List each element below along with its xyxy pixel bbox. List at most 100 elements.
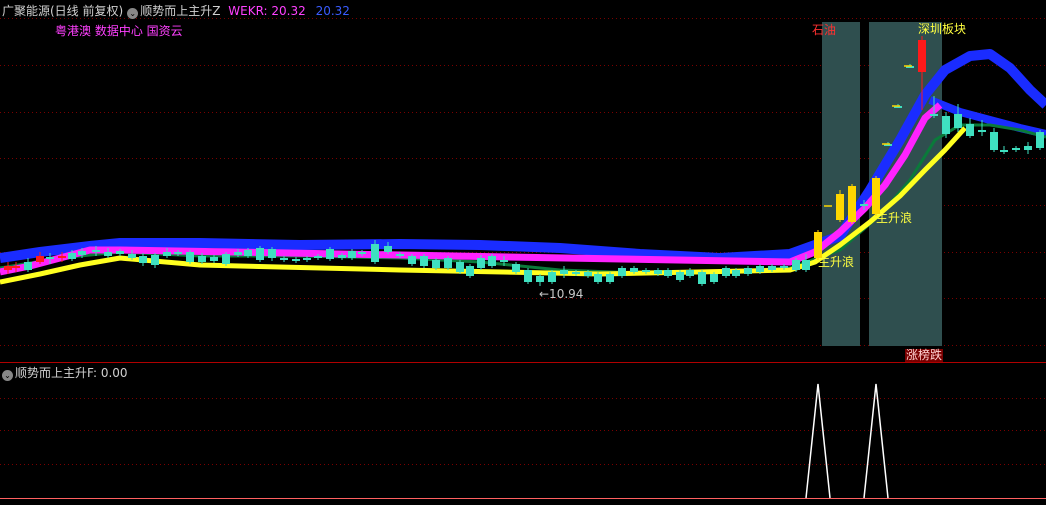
sub-indicator-value: : 0.00 [92, 366, 128, 380]
candle-body [210, 257, 218, 261]
candle-body [268, 249, 276, 258]
candle-body [584, 272, 592, 276]
candle-body [930, 114, 938, 116]
candle-body [594, 274, 602, 282]
candle-body [560, 270, 568, 274]
candle-body [1012, 148, 1020, 150]
candle-body [548, 272, 556, 282]
candle-body [710, 274, 718, 282]
candle-body [512, 264, 520, 272]
chart-header: 广聚能源(日线 前复权) ⌄ 顺势而上主升Z WEKR: 20.32 20.32 [2, 4, 350, 19]
candle-body [792, 260, 800, 270]
candle-body [104, 252, 112, 256]
candle-body [477, 258, 485, 268]
candle-body [630, 268, 638, 272]
candle-body [4, 266, 12, 270]
candle-body [780, 266, 788, 268]
candle-body [722, 268, 730, 276]
candle-body [744, 268, 752, 274]
indicator-name[interactable]: 顺势而上主升Z [140, 4, 220, 18]
candle-body [676, 272, 684, 280]
candle-body [698, 272, 706, 284]
candle-body [686, 270, 694, 276]
candle-body [1024, 146, 1032, 150]
candle-body [186, 252, 194, 262]
candle-body [24, 262, 32, 270]
candle-body [326, 249, 334, 259]
candle-body [163, 252, 171, 256]
candle-body [618, 268, 626, 276]
candle-body [432, 260, 440, 268]
signal-spike-2 [863, 383, 889, 499]
candle-body [139, 256, 147, 263]
candle-body [456, 262, 464, 272]
low-price-label: ←10.94 [539, 287, 584, 301]
candle-body [978, 130, 986, 132]
candle-body [488, 256, 496, 266]
sub-indicator-name[interactable]: 顺势而上主升F [15, 366, 93, 380]
candle-body [92, 250, 100, 252]
candle-body [244, 250, 252, 256]
candle-body [234, 252, 242, 255]
candle-body [116, 251, 124, 254]
candle-body [444, 258, 452, 268]
stock-title[interactable]: 广聚能源(日线 前复权) [2, 4, 123, 18]
candle-body [303, 258, 311, 260]
candle-body [222, 254, 230, 264]
zone2-label: 深圳板块 [918, 22, 967, 36]
dropdown-icon[interactable]: ⌄ [2, 370, 13, 381]
wave-label-2: 主升浪 [876, 211, 913, 225]
wekr-value: 20.32 [315, 4, 350, 18]
candle-body [732, 270, 740, 276]
candle-body [396, 254, 404, 256]
candle-body [642, 270, 650, 272]
zone2-bottom-label: 涨榜跌 [905, 348, 944, 362]
zone1-label: 石油 [812, 23, 837, 37]
candle-body [36, 256, 44, 262]
candle-body [942, 116, 950, 134]
concept-tags: 粤港澳 数据中心 国资云 [55, 24, 183, 38]
dropdown-icon[interactable]: ⌄ [127, 8, 139, 19]
candle-body [78, 251, 86, 255]
candle-body [966, 124, 974, 136]
wave-label-1: 主升浪 [818, 255, 855, 269]
wekr-label: WEKR: 20.32 [228, 4, 306, 18]
candle-body [198, 256, 206, 262]
candle-body [990, 132, 998, 150]
candle-body [664, 270, 672, 276]
candle-body [768, 266, 776, 270]
candle-body [408, 256, 416, 264]
candle-body [174, 252, 182, 254]
candle-body [338, 255, 346, 258]
candle-body [572, 272, 580, 274]
candle-body [292, 259, 300, 261]
candle-body [358, 252, 366, 254]
candle-body [151, 255, 159, 265]
candle-body [128, 254, 136, 258]
candle-body [466, 266, 474, 276]
stock-chart [0, 18, 1046, 499]
candle-body [802, 260, 810, 270]
candle-body [46, 257, 54, 259]
candle-body [524, 270, 532, 282]
candle-body [68, 253, 76, 259]
candle-body [606, 274, 614, 282]
candle-body [756, 266, 764, 272]
candle-body [872, 178, 880, 214]
candle-body [500, 260, 508, 262]
candle-body [58, 256, 66, 258]
candle-body [654, 270, 662, 274]
candle-body [1036, 132, 1044, 148]
candle-body [314, 256, 322, 258]
candle-body [384, 246, 392, 252]
sub-chart-header: ⌄ 顺势而上主升F: 0.00 [0, 366, 128, 381]
candle-body [836, 194, 844, 220]
candle-body [918, 40, 926, 72]
highlight-zone-1 [822, 22, 860, 346]
candle-body [12, 266, 20, 268]
candle-body [1000, 150, 1008, 152]
candle-body [848, 186, 856, 222]
candle-body [420, 256, 428, 266]
signal-spike-1 [805, 383, 831, 499]
candle-body [280, 258, 288, 260]
